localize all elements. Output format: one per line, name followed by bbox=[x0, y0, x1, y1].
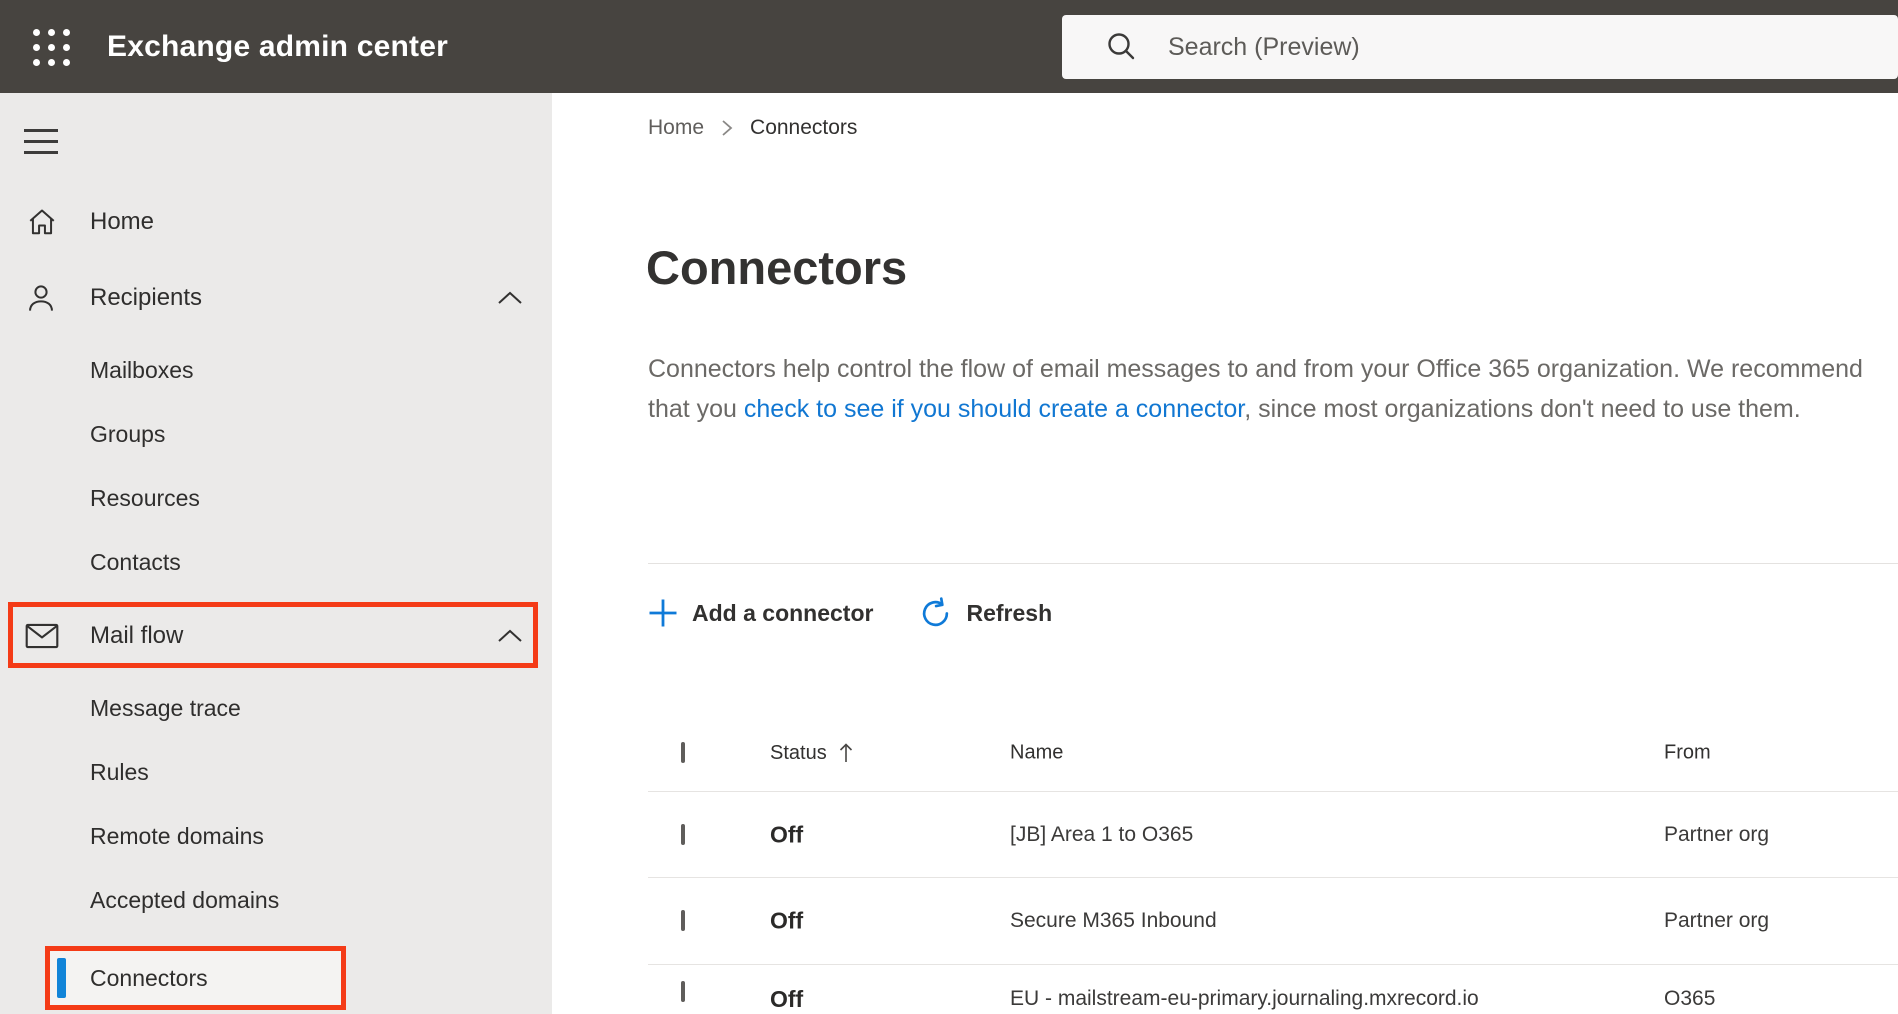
page-description: Connectors help control the flow of emai… bbox=[648, 349, 1880, 429]
select-all-checkbox[interactable] bbox=[681, 742, 685, 763]
command-bar: Add a connector Refresh bbox=[648, 585, 1068, 641]
sidebar-item-accepted-domains[interactable]: Accepted domains bbox=[0, 868, 552, 932]
table-row[interactable]: Off [JB] Area 1 to O365 Partner org bbox=[648, 792, 1898, 878]
table-row[interactable]: Off EU - mailstream-eu-primary.journalin… bbox=[648, 965, 1898, 1014]
row-checkbox[interactable] bbox=[681, 910, 685, 931]
add-connector-button[interactable]: Add a connector bbox=[648, 585, 889, 641]
breadcrumb-current: Connectors bbox=[750, 116, 858, 139]
mail-icon bbox=[25, 622, 59, 650]
sidebar-item-label: Home bbox=[90, 208, 155, 235]
nav-collapse-button[interactable] bbox=[24, 129, 58, 155]
selected-item-indicator bbox=[57, 958, 66, 998]
breadcrumb: Home Connectors bbox=[648, 116, 857, 140]
sidebar-item-groups[interactable]: Groups bbox=[0, 402, 552, 466]
sidebar-item-mailboxes[interactable]: Mailboxes bbox=[0, 338, 552, 402]
connector-status: Off bbox=[770, 907, 804, 934]
top-app-bar: Exchange admin center Search (Preview) bbox=[0, 0, 1898, 93]
chevron-right-icon bbox=[718, 116, 736, 140]
search-placeholder: Search (Preview) bbox=[1168, 32, 1360, 61]
sidebar-item-mail-flow[interactable]: Mail flow bbox=[0, 603, 552, 669]
sidebar-item-message-trace[interactable]: Message trace bbox=[0, 676, 552, 740]
sidebar-item-rules[interactable]: Rules bbox=[0, 740, 552, 804]
sidebar-item-label: Mail flow bbox=[90, 622, 184, 649]
table-row[interactable]: Off Secure M365 Inbound Partner org bbox=[648, 878, 1898, 965]
connector-name[interactable]: Secure M365 Inbound bbox=[1010, 909, 1217, 933]
breadcrumb-home-link[interactable]: Home bbox=[648, 116, 704, 140]
toolbar-divider bbox=[648, 563, 1898, 564]
description-text: , since most organizations don't need to… bbox=[1244, 395, 1801, 423]
home-icon bbox=[25, 206, 59, 238]
create-connector-check-link[interactable]: check to see if you should create a conn… bbox=[744, 395, 1244, 423]
search-icon bbox=[1102, 27, 1142, 67]
connector-from: Partner org bbox=[1664, 822, 1770, 846]
row-checkbox[interactable] bbox=[681, 823, 685, 845]
main-content: Home Connectors Connectors Connectors he… bbox=[552, 93, 1898, 1014]
connector-status: Off bbox=[770, 986, 804, 1012]
connector-from: O365 bbox=[1664, 987, 1716, 1010]
page-title: Connectors bbox=[646, 241, 908, 294]
search-input[interactable]: Search (Preview) bbox=[1062, 15, 1898, 79]
sidebar-item-remote-domains[interactable]: Remote domains bbox=[0, 804, 552, 868]
sort-ascending-icon bbox=[837, 741, 855, 765]
table-header-row: Status Name From bbox=[648, 715, 1898, 792]
sidebar-item-contacts[interactable]: Contacts bbox=[0, 530, 552, 594]
sidebar-item-home[interactable]: Home bbox=[0, 190, 552, 254]
left-navigation: Home Recipients Mailboxes Groups Resourc… bbox=[0, 93, 552, 1014]
chevron-up-icon[interactable] bbox=[496, 290, 524, 306]
sidebar-item-connectors[interactable]: Connectors bbox=[0, 946, 552, 1010]
app-launcher-button[interactable] bbox=[22, 18, 80, 76]
app-title: Exchange admin center bbox=[107, 29, 448, 63]
column-header-status[interactable]: Status bbox=[770, 741, 855, 765]
connector-name[interactable]: [JB] Area 1 to O365 bbox=[1010, 823, 1193, 847]
waffle-icon bbox=[32, 28, 70, 66]
column-header-name[interactable]: Name bbox=[1010, 742, 1063, 765]
sidebar-item-label: Recipients bbox=[90, 284, 203, 311]
plus-icon bbox=[648, 598, 678, 628]
person-icon bbox=[25, 281, 57, 315]
sidebar-item-resources[interactable]: Resources bbox=[0, 466, 552, 530]
row-checkbox[interactable] bbox=[681, 981, 685, 1002]
connector-status: Off bbox=[770, 821, 804, 847]
column-header-from[interactable]: From bbox=[1664, 742, 1711, 765]
chevron-up-icon[interactable] bbox=[496, 628, 524, 644]
connector-from: Partner org bbox=[1664, 909, 1770, 932]
sidebar-item-recipients[interactable]: Recipients bbox=[0, 266, 552, 330]
refresh-icon bbox=[919, 596, 952, 630]
refresh-button[interactable]: Refresh bbox=[903, 585, 1068, 641]
exchange-admin-center-screen: Exchange admin center Search (Preview) H… bbox=[0, 0, 1898, 1014]
connector-name[interactable]: EU - mailstream-eu-primary.journaling.mx… bbox=[1010, 987, 1479, 1011]
